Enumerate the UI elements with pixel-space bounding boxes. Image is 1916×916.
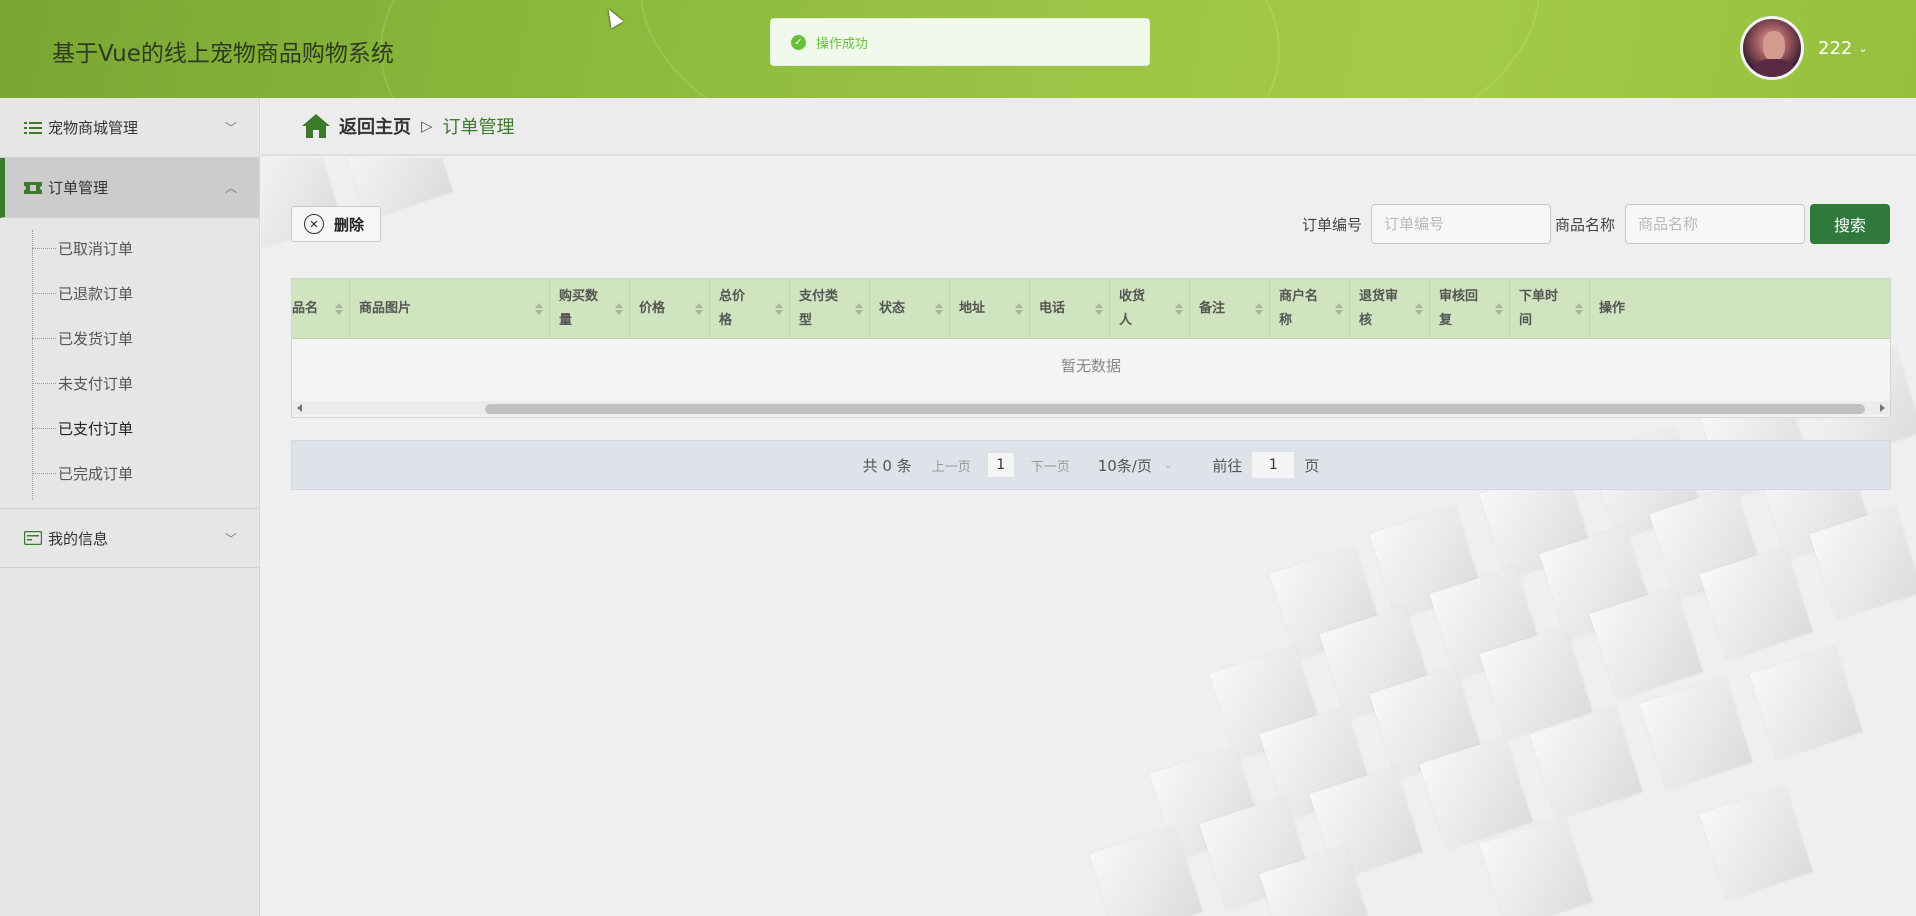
toast-message: 操作成功 — [816, 36, 869, 52]
sidebar-item-label: 我的信息 — [48, 529, 109, 548]
product-name-label: 商品名称 — [1555, 216, 1616, 234]
sort-icon — [535, 303, 543, 315]
breadcrumb-current: 订单管理 — [442, 117, 515, 138]
sort-icon — [335, 303, 343, 315]
main-content: ✕ 删除 订单编号 商品名称 搜索 品名 商品图片 购买数量 价格 总价格 支付… — [261, 158, 1916, 916]
submenu-item-shipped-orders[interactable]: 已发货订单 — [32, 316, 133, 361]
column-header[interactable]: 价格 — [630, 279, 710, 339]
scrollbar-thumb[interactable] — [485, 404, 1865, 414]
chevron-down-icon: ⌄ — [1858, 42, 1868, 55]
column-header[interactable]: 品名 — [292, 279, 350, 339]
avatar[interactable] — [1740, 16, 1804, 80]
prev-page-button[interactable]: 上一页 — [932, 456, 971, 475]
column-header[interactable]: 审核回复 — [1430, 279, 1510, 339]
column-header[interactable]: 电话 — [1030, 279, 1110, 339]
chevron-up-icon: ︿ — [224, 181, 237, 195]
sidebar-item-my-info[interactable]: 我的信息 ﹀ — [0, 508, 259, 568]
column-header[interactable]: 商户名称 — [1270, 279, 1350, 339]
sort-icon — [1015, 303, 1023, 315]
sort-icon — [615, 303, 623, 315]
goto-page-input[interactable] — [1252, 452, 1295, 478]
column-header[interactable]: 商品图片 — [350, 279, 550, 339]
order-no-label: 订单编号 — [1302, 216, 1363, 234]
background-tile — [1749, 646, 1863, 760]
chevron-down-icon: ﹀ — [224, 531, 237, 546]
empty-state: 暂无数据 — [1060, 356, 1121, 375]
sort-icon — [775, 303, 783, 315]
sort-icon — [1575, 303, 1583, 315]
chevron-down-icon: ﹀ — [224, 121, 237, 135]
orders-table: 品名 商品图片 购买数量 价格 总价格 支付类型 状态 地址 电话 收货人 备注… — [291, 278, 1891, 418]
submenu-item-refunded-orders[interactable]: 已退款订单 — [32, 271, 133, 316]
next-page-button[interactable]: 下一页 — [1031, 456, 1070, 475]
menu-list-icon — [24, 121, 42, 134]
breadcrumb-separator-icon: ▷ — [421, 117, 433, 135]
sort-icon — [1415, 303, 1423, 315]
order-no-input[interactable] — [1371, 204, 1551, 244]
column-header[interactable]: 退货审核 — [1350, 279, 1430, 339]
column-header[interactable]: 下单时间 — [1510, 279, 1590, 339]
sort-icon — [1095, 303, 1103, 315]
breadcrumb-home-link[interactable]: 返回主页 — [339, 113, 411, 139]
home-icon[interactable] — [301, 113, 331, 139]
delete-button[interactable]: ✕ 删除 — [291, 206, 381, 242]
column-header[interactable]: 备注 — [1190, 279, 1270, 339]
user-menu[interactable]: 222 ⌄ — [1818, 38, 1868, 59]
column-header[interactable]: 总价格 — [710, 279, 790, 339]
sidebar: 宠物商城管理 ﹀ 订单管理 ︿ 已取消订单 已退款订单 已发货订单 未支付订单 … — [0, 98, 260, 916]
column-header[interactable]: 支付类型 — [790, 279, 870, 339]
horizontal-scrollbar[interactable] — [292, 401, 1890, 415]
submenu-item-unpaid-orders[interactable]: 未支付订单 — [32, 361, 133, 406]
success-toast: ✓ 操作成功 — [770, 18, 1150, 66]
table-header: 品名 商品图片 购买数量 价格 总价格 支付类型 状态 地址 电话 收货人 备注… — [292, 279, 1890, 339]
column-header[interactable]: 地址 — [950, 279, 1030, 339]
app-title: 基于Vue的线上宠物商品购物系统 — [52, 41, 394, 67]
product-name-input[interactable] — [1625, 204, 1805, 244]
id-card-icon — [24, 531, 42, 545]
sort-icon — [1175, 303, 1183, 315]
delete-button-label: 删除 — [334, 215, 365, 234]
current-page[interactable]: 1 — [986, 452, 1015, 478]
scroll-left-icon[interactable] — [297, 404, 302, 412]
submenu-item-completed-orders[interactable]: 已完成订单 — [32, 451, 133, 496]
sidebar-item-shop-management[interactable]: 宠物商城管理 ﹀ — [0, 98, 259, 158]
page-size-select[interactable]: 10条/页 ⌄ — [1098, 455, 1173, 476]
sort-icon — [1335, 303, 1343, 315]
column-header[interactable]: 收货人 — [1110, 279, 1190, 339]
sidebar-item-label: 订单管理 — [48, 179, 109, 197]
sidebar-item-order-management[interactable]: 订单管理 ︿ — [0, 158, 259, 218]
ticket-icon — [24, 181, 42, 194]
sort-icon — [855, 303, 863, 315]
column-header[interactable]: 状态 — [870, 279, 950, 339]
close-circle-icon: ✕ — [304, 214, 324, 234]
submenu-item-paid-orders[interactable]: 已支付订单 — [32, 406, 133, 451]
top-header: 基于Vue的线上宠物商品购物系统 ✓ 操作成功 222 ⌄ — [0, 0, 1916, 98]
total-count: 共 0 条 — [862, 456, 912, 475]
background-tile — [1699, 786, 1813, 900]
scroll-right-icon[interactable] — [1880, 404, 1885, 412]
goto-page: 前往 页 — [1212, 452, 1319, 478]
sort-icon — [695, 303, 703, 315]
column-header[interactable]: 购买数量 — [550, 279, 630, 339]
user-name: 222 — [1818, 38, 1853, 59]
breadcrumb: 返回主页 ▷ 订单管理 — [261, 98, 1916, 156]
sort-icon — [1255, 303, 1263, 315]
submenu-item-cancelled-orders[interactable]: 已取消订单 — [32, 226, 133, 271]
sort-icon — [935, 303, 943, 315]
column-header: 操作 — [1599, 301, 1626, 316]
sidebar-item-label: 宠物商城管理 — [48, 119, 139, 137]
pagination: 共 0 条 上一页 1 下一页 10条/页 ⌄ 前往 页 — [291, 440, 1891, 490]
sort-icon — [1495, 303, 1503, 315]
background-tile — [1639, 676, 1753, 790]
check-circle-icon: ✓ — [791, 34, 806, 50]
search-button[interactable]: 搜索 — [1810, 204, 1890, 244]
chevron-down-icon: ⌄ — [1163, 459, 1173, 471]
